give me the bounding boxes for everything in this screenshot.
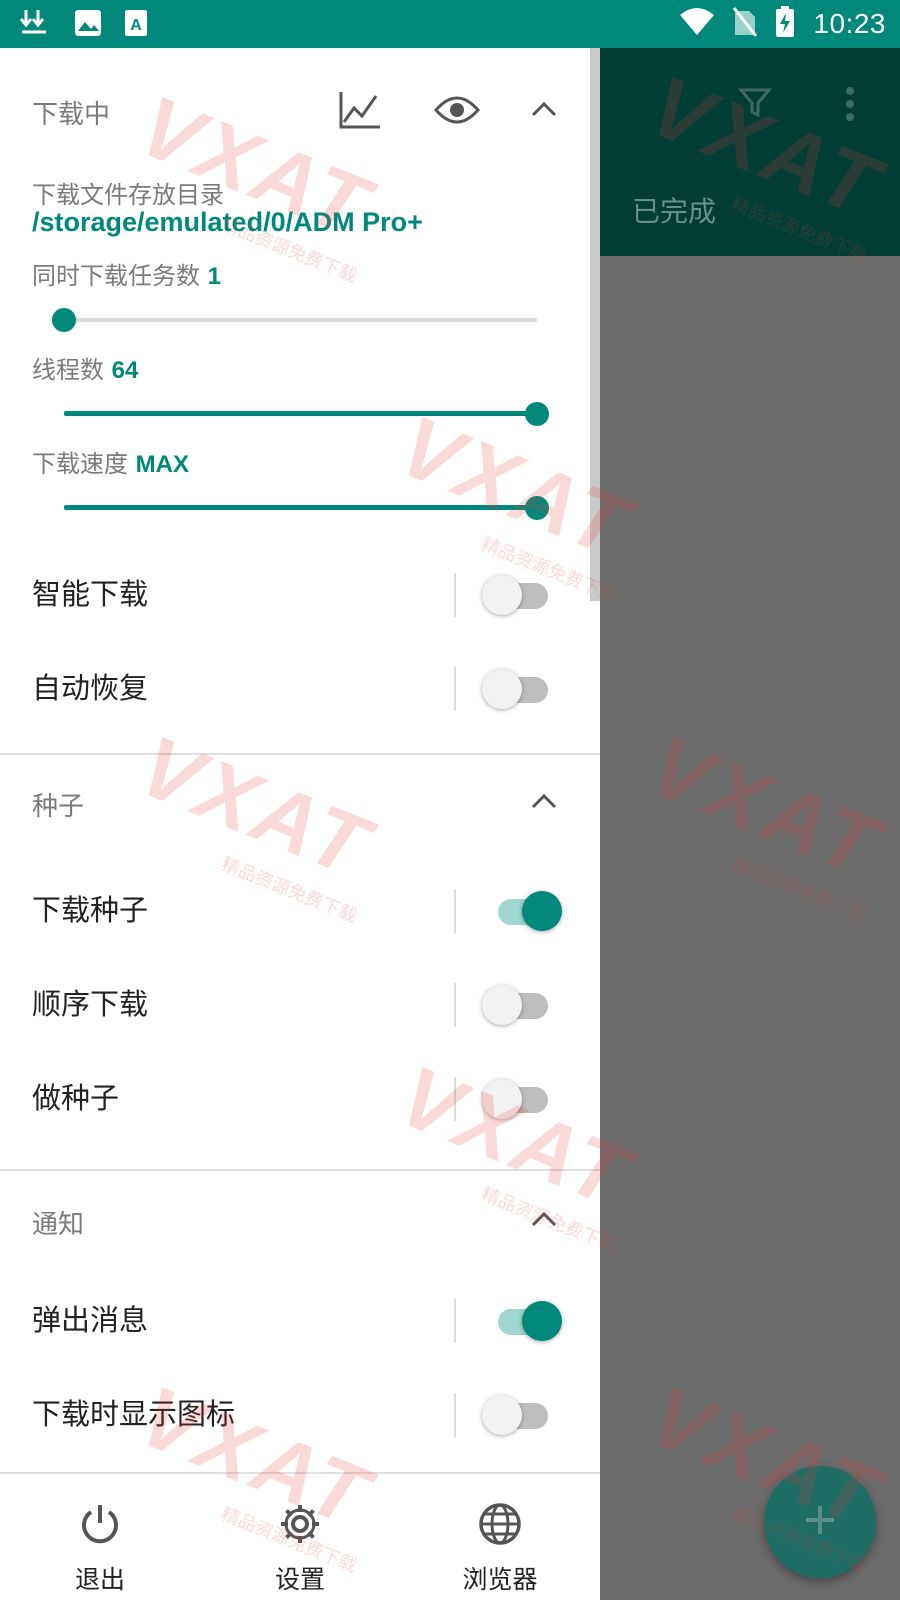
clock: 10:23 <box>813 8 886 39</box>
toggle-label: 智能下载 <box>32 577 149 611</box>
concurrent-tasks-slider[interactable] <box>52 305 537 335</box>
scrollbar[interactable] <box>590 48 600 601</box>
toggle-label: 顺序下载 <box>32 987 149 1021</box>
exit-button[interactable]: 退出 <box>0 1472 200 1600</box>
wifi-icon <box>679 7 715 41</box>
download-dir-label: 下载文件存放目录 <box>32 181 224 209</box>
concurrent-tasks-label: 同时下载任务数 1 <box>32 262 221 290</box>
filter-icon[interactable] <box>737 86 773 124</box>
a-box-icon: A <box>124 9 148 41</box>
section-header-downloading[interactable]: 下载中 <box>0 80 600 140</box>
toggle-switch[interactable] <box>482 891 562 935</box>
settings-label: 设置 <box>274 1565 325 1594</box>
toggle-label: 下载种子 <box>32 893 149 927</box>
toggle-switch[interactable] <box>482 575 562 619</box>
section-title: 通知 <box>32 1210 85 1240</box>
settings-button[interactable]: 设置 <box>200 1472 400 1600</box>
power-icon <box>78 1502 122 1546</box>
toggle-row-popup-message[interactable]: 弹出消息 <box>0 1273 600 1369</box>
toggle-switch[interactable] <box>482 1301 562 1345</box>
toggle-label: 自动恢复 <box>32 671 149 705</box>
toggle-label: 做种子 <box>32 1081 120 1115</box>
slider-fill <box>64 411 537 416</box>
section-title: 种子 <box>32 792 85 822</box>
watermark: VXAT精品资源免费下载 <box>636 717 894 928</box>
add-icon <box>802 1502 838 1542</box>
eye-icon[interactable] <box>434 94 480 130</box>
globe-icon <box>478 1502 522 1546</box>
slider-fill <box>64 505 537 510</box>
chevron-up-icon[interactable] <box>530 792 558 814</box>
divider <box>454 573 456 617</box>
divider <box>454 1077 456 1121</box>
toggle-row-auto-resume[interactable]: 自动恢复 <box>0 641 600 737</box>
browser-label: 浏览器 <box>462 1565 538 1594</box>
divider <box>454 1393 456 1437</box>
toggle-switch[interactable] <box>482 669 562 713</box>
divider <box>454 1299 456 1343</box>
slider-thumb[interactable] <box>525 496 549 520</box>
exit-label: 退出 <box>74 1565 125 1594</box>
add-download-button[interactable] <box>764 1466 876 1578</box>
divider <box>454 889 456 933</box>
toggle-switch[interactable] <box>482 985 562 1029</box>
gear-icon <box>278 1502 322 1546</box>
slider-thumb[interactable] <box>52 308 76 332</box>
toggle-row-show-icon-while-downloading[interactable]: 下载时显示图标 <box>0 1367 600 1463</box>
image-icon <box>74 9 102 41</box>
section-header-torrent[interactable]: 种子 <box>0 772 600 832</box>
tab-completed[interactable]: 已完成 <box>632 190 716 230</box>
no-sim-icon <box>733 7 758 41</box>
svg-text:A: A <box>130 17 142 34</box>
section-title: 下载中 <box>32 100 111 130</box>
slider-thumb[interactable] <box>525 402 549 426</box>
threads-slider[interactable] <box>64 399 549 429</box>
section-header-notification[interactable]: 通知 <box>0 1190 600 1250</box>
download-speed-label: 下载速度 MAX <box>32 450 189 478</box>
battery-charging-icon <box>775 6 795 42</box>
chevron-up-icon[interactable] <box>530 1210 558 1232</box>
download-dir-path[interactable]: /storage/emulated/0/ADM Pro+ <box>32 207 423 238</box>
toggle-row-download-torrent[interactable]: 下载种子 <box>0 863 600 959</box>
settings-drawer: 下载中 下载文件存放目录 /storage/emulated/0/ADM Pro… <box>0 48 600 1600</box>
toggle-switch[interactable] <box>482 1395 562 1439</box>
divider <box>454 983 456 1027</box>
bottom-bar: 退出 设置 浏览器 <box>0 1472 600 1600</box>
toggle-row-smart-download[interactable]: 智能下载 <box>0 547 600 643</box>
toggle-switch[interactable] <box>482 1079 562 1123</box>
download-speed-slider[interactable] <box>64 493 549 523</box>
status-bar: A 10:23 <box>0 0 900 48</box>
toggle-row-sequential-download[interactable]: 顺序下载 <box>0 957 600 1053</box>
browser-button[interactable]: 浏览器 <box>400 1472 600 1600</box>
toggle-row-seeding[interactable]: 做种子 <box>0 1051 600 1147</box>
section-divider <box>0 753 600 755</box>
chart-icon[interactable] <box>338 90 382 134</box>
more-vert-icon[interactable] <box>845 86 855 126</box>
toggle-label: 下载时显示图标 <box>32 1397 236 1431</box>
download-arrows-icon <box>18 8 52 42</box>
divider <box>454 667 456 711</box>
toggle-label: 弹出消息 <box>32 1303 149 1337</box>
threads-label: 线程数 64 <box>32 356 139 384</box>
section-divider <box>0 1169 600 1171</box>
chevron-up-icon[interactable] <box>530 100 558 122</box>
